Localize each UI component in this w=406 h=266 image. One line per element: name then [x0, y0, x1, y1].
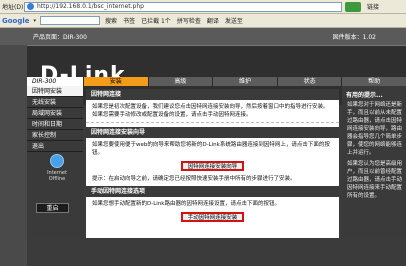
- address-label: 地址(D): [2, 4, 24, 11]
- tab-maintenance[interactable]: 维护: [212, 77, 277, 86]
- google-toolbar: Google ▾ 搜索 书签 已拦截 1个 拼写检查 翻译 发送至: [0, 14, 406, 28]
- toolbar-search-input[interactable]: [40, 16, 101, 25]
- product-bar: 产品页面：DIR-300 固件版本：1.02: [0, 28, 406, 45]
- sidebar-item-lan-setup[interactable]: 局域网安装: [27, 108, 83, 119]
- tab-status[interactable]: 状态: [276, 77, 342, 86]
- tab-help[interactable]: 帮助: [341, 77, 406, 86]
- translate-button[interactable]: 翻译: [206, 16, 220, 25]
- sidebar-item-internet-setup[interactable]: 因特网安装: [27, 86, 83, 97]
- url-text: http://192.168.0.1/bsc_internet.php: [37, 3, 144, 10]
- manual-description: 如果您想手动配置新的D-Link路由器的因特网连接设置，请点击下面的按钮。: [92, 201, 280, 207]
- address-bar: 地址(D) http://192.168.0.1/bsc_internet.ph…: [0, 0, 406, 14]
- manual-button-wrap: 手动因特网连接安装: [92, 212, 333, 222]
- chevron-down-icon[interactable]: ▾: [34, 18, 37, 24]
- spellcheck-button[interactable]: 拼写检查: [176, 16, 202, 25]
- section-title-manual: 手动因特网连接选项: [86, 186, 339, 197]
- tab-advanced[interactable]: 高级: [147, 77, 213, 86]
- sidebar-item-parental-control[interactable]: 家长控制: [27, 130, 83, 141]
- bookmarks-button[interactable]: 书签: [122, 16, 136, 25]
- google-logo: Google: [2, 16, 30, 25]
- wizard-note: 提示：在启动向导之前，请确定您已经按照快速安装手册中所有的步骤进行了安装。: [92, 176, 296, 182]
- reboot-button[interactable]: 重启: [36, 203, 69, 213]
- help-title: 有用的提示...: [346, 92, 383, 99]
- help-tip: 如果您认为您是高级用户，而且以前曾经配置过路由器，请点击手动因特网连接来手动配置…: [347, 161, 403, 199]
- url-input[interactable]: http://192.168.0.1/bsc_internet.php: [24, 1, 342, 12]
- help-panel: 有用的提示... 如果您对于网络还是新手，而且以前从未配置过路由器，请点击因特网…: [342, 86, 406, 238]
- section-text-internet-connection: 如果您是初次配置设备，我们建议您点击因特网连接安装向导，然后按着窗口中的指导进行…: [86, 100, 339, 123]
- send-to-button[interactable]: 发送至: [224, 16, 244, 25]
- help-tip: 如果您对于网络还是新手，而且以前从未配置过路由器，请点击因特网连接安装向导，路由…: [347, 102, 403, 156]
- product-page-label: 产品页面：DIR-300: [33, 34, 87, 41]
- main-content: 因特网连接 如果您是初次配置设备，我们建议您点击因特网连接安装向导，然后按着窗口…: [86, 89, 339, 238]
- internet-globe-icon: [50, 154, 64, 168]
- section-title-wizard: 因特网连接安装向导: [86, 127, 339, 138]
- links-label[interactable]: 链接: [367, 2, 379, 11]
- page-icon: [27, 3, 34, 10]
- popup-blocked-button[interactable]: 已拦截 1个: [140, 16, 172, 25]
- section-title-internet-connection: 因特网连接: [86, 89, 339, 100]
- section-manual: 如果您想手动配置新的D-Link路由器的因特网连接设置，请点击下面的按钮。 手动…: [86, 197, 339, 229]
- internet-connection-wizard-button[interactable]: 因特网连接安装向导: [180, 161, 245, 171]
- model-label: DIR-300: [27, 77, 83, 86]
- sidebar-item-time-date[interactable]: 时间和日期: [27, 119, 83, 130]
- internet-status-label: Internet Offline: [47, 170, 67, 182]
- wizard-description: 如果您要使用便于web的向导来帮助您将新的D-Link系统路由器连接到因特网上，…: [92, 142, 330, 156]
- manual-internet-setup-button[interactable]: 手动因特网连接安装: [180, 212, 245, 222]
- wizard-button-wrap: 因特网连接安装向导: [92, 161, 333, 171]
- sidebar-item-logout[interactable]: 退出: [27, 141, 83, 152]
- internet-status: Internet Offline: [39, 154, 75, 182]
- firmware-label: 固件版本：1.02: [332, 34, 376, 41]
- nav-bar: DIR-300 安装 高级 维护 状态 帮助: [27, 77, 406, 86]
- left-gutter: [0, 45, 27, 266]
- go-button[interactable]: [345, 1, 361, 12]
- sidebar-item-wireless-setup[interactable]: 无线安装: [27, 97, 83, 108]
- sidebar: 因特网安装 无线安装 局域网安装 时间和日期 家长控制 退出 Internet …: [27, 86, 83, 238]
- section-wizard: 如果您要使用便于web的向导来帮助您将新的D-Link系统路由器连接到因特网上，…: [86, 138, 339, 186]
- search-button[interactable]: 搜索: [104, 16, 118, 25]
- tab-setup[interactable]: 安装: [83, 77, 148, 86]
